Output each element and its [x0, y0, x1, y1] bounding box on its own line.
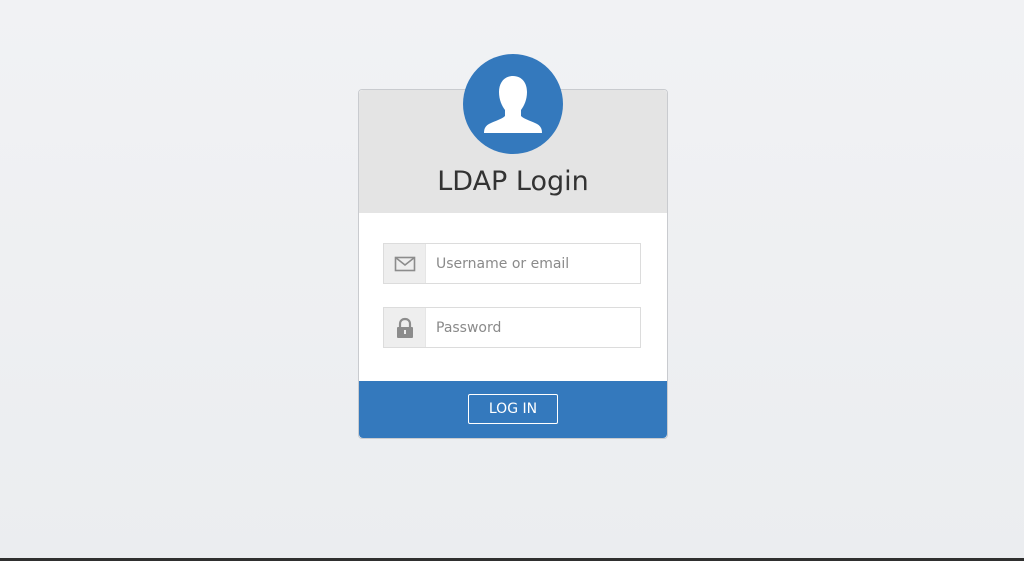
username-input[interactable]	[426, 244, 640, 283]
login-card-footer: LOG IN	[359, 381, 667, 438]
user-avatar	[463, 54, 563, 154]
login-title: LDAP Login	[437, 166, 589, 197]
user-silhouette-icon	[484, 76, 542, 133]
password-input[interactable]	[426, 308, 640, 347]
password-field	[383, 307, 641, 348]
lock-icon	[397, 317, 413, 338]
password-addon	[384, 308, 426, 347]
username-field	[383, 243, 641, 284]
username-addon	[384, 244, 426, 283]
envelope-icon	[394, 256, 416, 272]
login-button[interactable]: LOG IN	[468, 394, 558, 424]
login-card: LDAP Login LOG IN	[358, 54, 668, 439]
